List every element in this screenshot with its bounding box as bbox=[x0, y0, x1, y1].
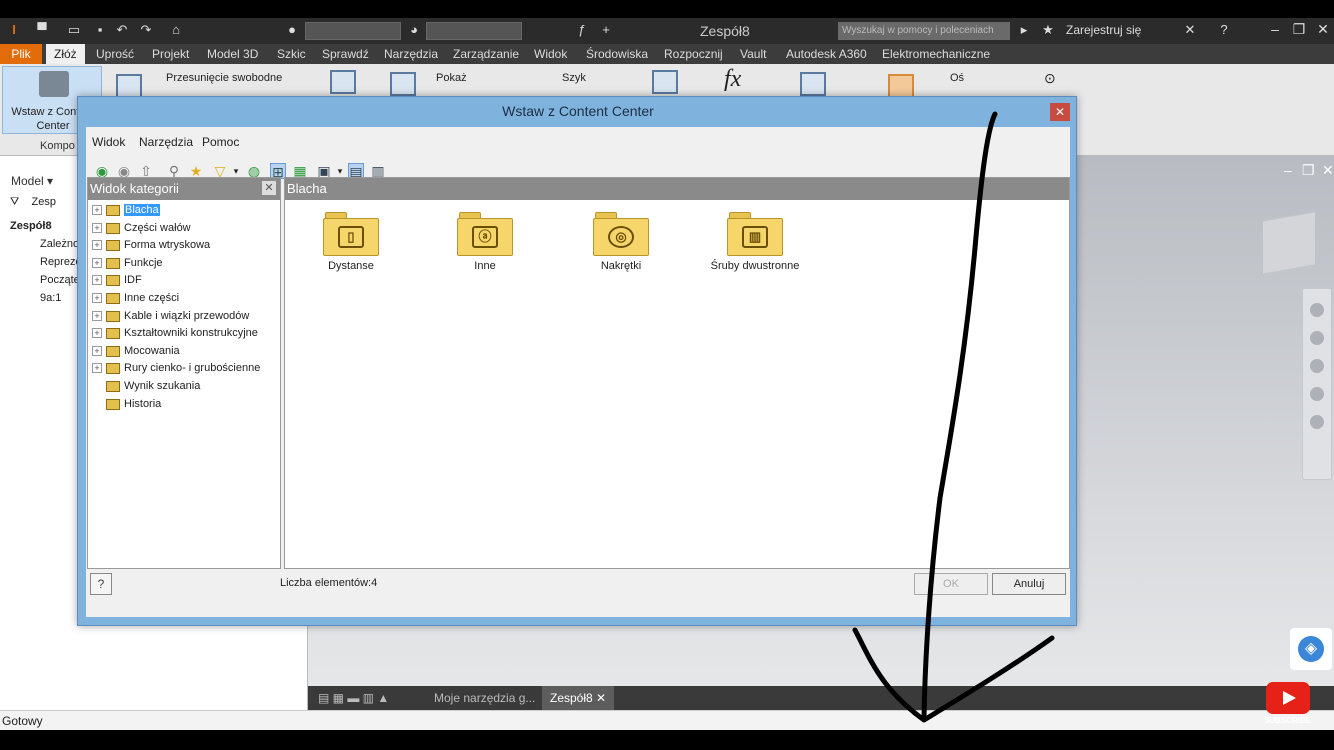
youtube-subscribe-button[interactable] bbox=[1266, 682, 1310, 714]
play-icon bbox=[1283, 691, 1296, 705]
inventor-window: I ▀ ▭ ▪ ↶ ↷ ⌂ ● ◕ ƒ + Zespół8 Wyszukaj w… bbox=[0, 18, 1334, 730]
annotation-arrow bbox=[852, 111, 1055, 723]
subscribe-label: SUBSCRIBE bbox=[1264, 716, 1312, 725]
